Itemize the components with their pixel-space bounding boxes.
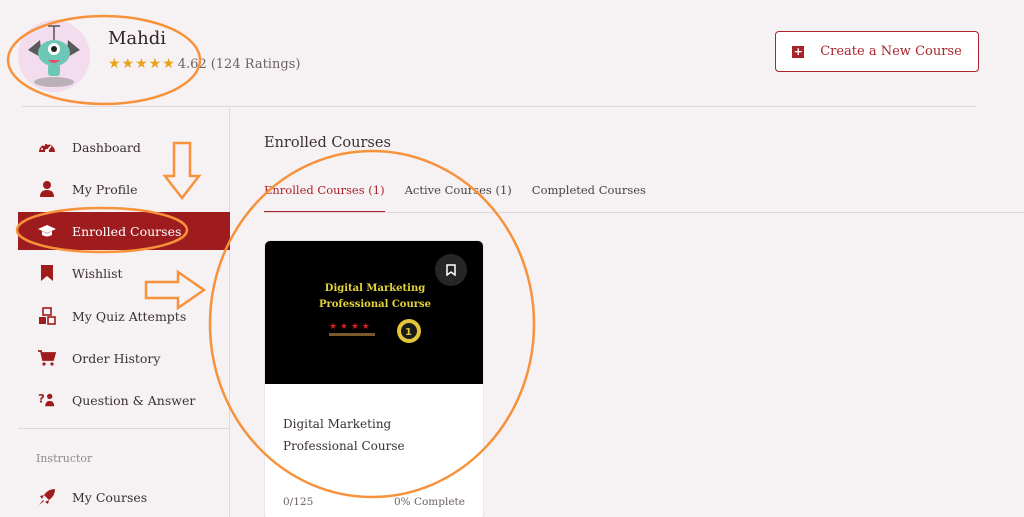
- sidebar-item-order-history[interactable]: Order History: [18, 339, 230, 377]
- completion-percentage: 0% Complete: [393, 496, 465, 508]
- create-new-course-button[interactable]: + Create a New Course: [775, 31, 979, 72]
- user-name: Mahdi: [108, 28, 167, 49]
- cartoon-avatar-icon: [28, 25, 80, 87]
- course-card[interactable]: Digital Marketing Professional Course ★ …: [264, 240, 484, 517]
- sidebar-section-divider: [18, 428, 230, 429]
- sidebar-item-my-quiz-attempts[interactable]: My Quiz Attempts: [18, 297, 230, 335]
- create-course-label: Create a New Course: [820, 44, 962, 59]
- course-tabs: Enrolled Courses (1) Active Courses (1) …: [264, 183, 666, 213]
- plus-square-icon: +: [792, 45, 805, 58]
- cart-icon: [38, 349, 56, 367]
- thumbnail-badge-icon: ★ ★ ★ ★ 1: [329, 319, 421, 343]
- sidebar-item-label: Enrolled Courses: [72, 223, 182, 239]
- header-divider: [22, 106, 977, 107]
- sidebar-item-label: My Courses: [72, 489, 148, 505]
- instructor-section-label: Instructor: [36, 452, 93, 465]
- svg-text:?: ?: [38, 392, 45, 406]
- tab-completed-courses[interactable]: Completed Courses: [532, 183, 646, 213]
- bookmark-button[interactable]: [435, 254, 467, 286]
- tab-active-courses[interactable]: Active Courses (1): [405, 183, 512, 213]
- sidebar-item-my-courses[interactable]: My Courses: [18, 478, 230, 516]
- sidebar-item-dashboard[interactable]: Dashboard: [18, 128, 230, 166]
- sidebar-item-wishlist[interactable]: Wishlist: [18, 254, 230, 292]
- bookmark-outline-icon: [446, 264, 456, 276]
- sidebar-item-enrolled-courses[interactable]: Enrolled Courses: [18, 212, 230, 250]
- sidebar-item-label: Dashboard: [72, 139, 141, 155]
- sidebar-item-label: My Profile: [72, 181, 138, 197]
- quiz-blocks-icon: [38, 307, 56, 325]
- sidebar-item-question-answer[interactable]: ? Question & Answer: [18, 381, 230, 419]
- tabs-divider: [264, 212, 1024, 213]
- user-icon: [38, 180, 56, 198]
- rating-value: 4.62: [177, 56, 207, 72]
- tab-enrolled-courses[interactable]: Enrolled Courses (1): [264, 183, 385, 213]
- question-answer-icon: ?: [38, 391, 56, 409]
- sidebar-item-label: Question & Answer: [72, 392, 196, 408]
- thumbnail-title-line2: Professional Course: [318, 299, 432, 310]
- rocket-icon: [38, 488, 56, 506]
- rating-stars-icon: ★★★★★: [108, 56, 176, 72]
- sidebar-item-label: Order History: [72, 350, 161, 366]
- bookmark-icon: [38, 264, 56, 282]
- sidebar-item-label: My Quiz Attempts: [72, 308, 187, 324]
- avatar[interactable]: [18, 20, 90, 92]
- sidebar-item-my-profile[interactable]: My Profile: [18, 170, 230, 208]
- svg-text:★ ★ ★ ★: ★ ★ ★ ★: [329, 322, 370, 332]
- dashboard-header: Mahdi ★★★★★ 4.62 (124 Ratings) + Create …: [0, 0, 1024, 108]
- sidebar-item-label: Wishlist: [72, 265, 123, 281]
- page-title: Enrolled Courses: [264, 135, 391, 151]
- lesson-progress: 0/125: [283, 496, 314, 508]
- svg-text:1: 1: [405, 327, 412, 338]
- graduation-cap-icon: [38, 222, 56, 240]
- rating-count: (124 Ratings): [210, 56, 301, 72]
- dashboard-gauge-icon: [38, 138, 56, 156]
- course-thumbnail[interactable]: Digital Marketing Professional Course ★ …: [265, 241, 483, 384]
- course-title-link[interactable]: Digital Marketing Professional Course: [283, 413, 463, 457]
- instructor-rating: ★★★★★ 4.62 (124 Ratings): [108, 56, 300, 72]
